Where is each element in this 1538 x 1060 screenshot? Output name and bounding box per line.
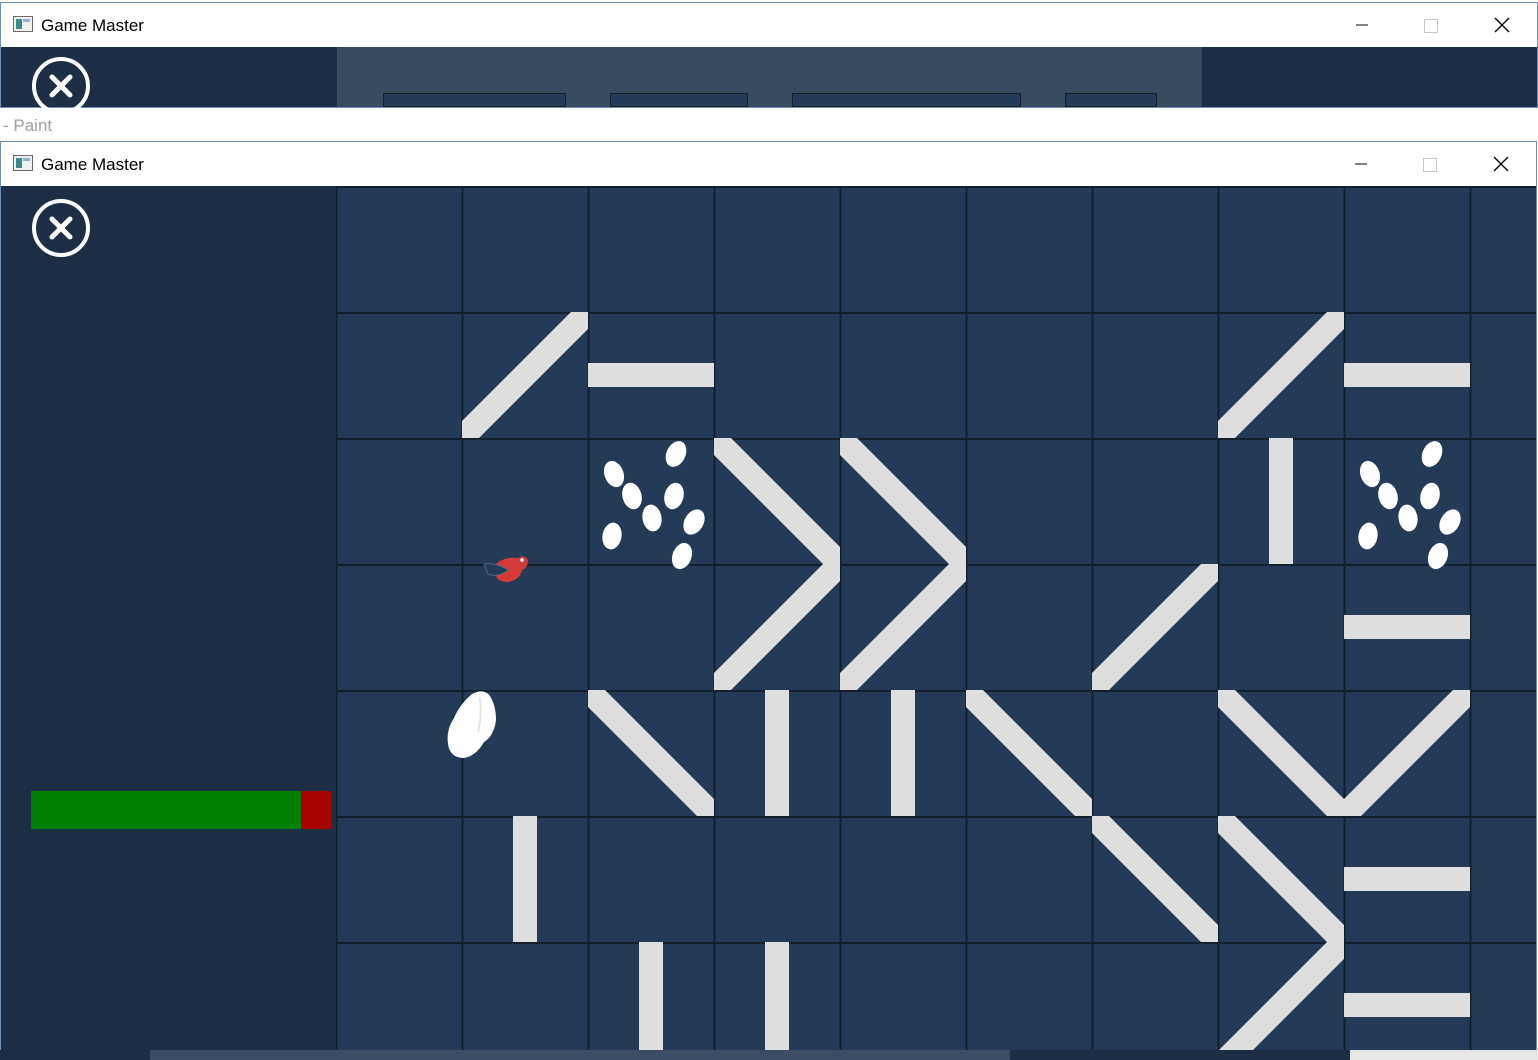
wall-horizontal — [1344, 615, 1470, 639]
maximize-icon — [1424, 19, 1438, 33]
board-row-preview — [1065, 93, 1157, 107]
app-icon — [13, 155, 33, 171]
wall-diagonal — [714, 438, 840, 564]
wall-vertical — [891, 690, 915, 816]
creature-body — [447, 691, 496, 758]
seed-icon — [1420, 440, 1444, 468]
bottom-scrollbar[interactable] — [0, 1050, 1538, 1060]
minimize-button[interactable] — [1339, 3, 1385, 47]
taskbar-edge — [1350, 1050, 1538, 1060]
bird-eye — [520, 558, 524, 562]
background-window[interactable]: Game Master — [0, 2, 1538, 115]
close-window-button[interactable] — [1478, 142, 1524, 186]
close-window-button[interactable] — [1479, 3, 1525, 47]
wall-diagonal — [1344, 690, 1470, 816]
wall-diagonal — [1092, 816, 1218, 942]
wall-vertical — [639, 942, 663, 1060]
wall-diagonal — [462, 312, 588, 438]
game-window-titlebar[interactable]: Game Master — [1, 142, 1536, 186]
wall-diagonal — [966, 690, 1092, 816]
close-circle-icon[interactable] — [31, 198, 91, 258]
game-window[interactable]: Game Master — [0, 141, 1537, 1060]
wall-vertical — [765, 942, 789, 1060]
health-bar-fill — [31, 791, 301, 829]
wall-horizontal — [1344, 993, 1470, 1017]
paint-window-strip[interactable] — [0, 108, 1538, 140]
scrollbar-thumb[interactable] — [150, 1050, 1010, 1060]
game-board-canvas[interactable] — [335, 186, 1536, 1060]
health-bar — [31, 791, 331, 829]
seed-pile-icon — [1357, 440, 1462, 571]
seed-icon — [601, 521, 623, 551]
wall-diagonal — [714, 564, 840, 690]
maximize-icon — [1423, 158, 1437, 172]
wall-diagonal — [1218, 816, 1344, 942]
board-row-preview — [610, 93, 748, 107]
game-board[interactable] — [335, 186, 1536, 1060]
wall-horizontal — [1344, 867, 1470, 891]
minimize-button[interactable] — [1338, 142, 1384, 186]
maximize-button[interactable] — [1407, 3, 1453, 47]
seed-icon — [1397, 503, 1419, 533]
seed-icon — [663, 481, 685, 511]
seed-icon — [641, 503, 663, 533]
seed-icon — [1426, 541, 1450, 571]
seed-icon — [1357, 521, 1379, 551]
paint-window-title: - Paint — [3, 116, 53, 135]
side-panel — [1, 47, 337, 115]
close-icon — [1493, 156, 1509, 172]
wall-diagonal — [1218, 690, 1344, 816]
board-row-preview — [792, 93, 1021, 107]
wall-horizontal — [588, 363, 714, 387]
seed-icon — [682, 508, 706, 536]
seed-icon — [664, 440, 688, 468]
app-icon — [13, 16, 33, 32]
wall-diagonal — [840, 438, 966, 564]
wall-diagonal — [1218, 312, 1344, 438]
background-window-titlebar[interactable]: Game Master — [1, 3, 1537, 47]
background-right-panel — [1202, 47, 1537, 107]
maximize-button[interactable] — [1406, 142, 1452, 186]
seed-icon — [670, 541, 694, 571]
wall-diagonal — [1092, 564, 1218, 690]
bird-icon — [483, 556, 528, 582]
wall-horizontal — [1344, 363, 1470, 387]
window-title: Game Master — [41, 16, 144, 35]
close-icon — [1494, 17, 1510, 33]
background-board — [337, 47, 1202, 107]
wall-vertical — [765, 690, 789, 816]
wall-diagonal — [840, 564, 966, 690]
window-title: Game Master — [41, 155, 144, 174]
close-circle-icon[interactable] — [31, 56, 91, 116]
creature-icon — [447, 691, 496, 758]
board-row-preview — [383, 93, 566, 107]
wall-vertical — [1269, 438, 1293, 564]
wall-vertical — [513, 816, 537, 942]
seed-pile-icon — [601, 440, 706, 571]
seed-icon — [1419, 481, 1441, 511]
side-panel — [1, 186, 336, 1051]
seed-icon — [1438, 508, 1462, 536]
wall-diagonal — [1218, 942, 1344, 1060]
minimize-icon — [1356, 24, 1368, 26]
minimize-icon — [1355, 163, 1367, 165]
wall-diagonal — [588, 690, 714, 816]
